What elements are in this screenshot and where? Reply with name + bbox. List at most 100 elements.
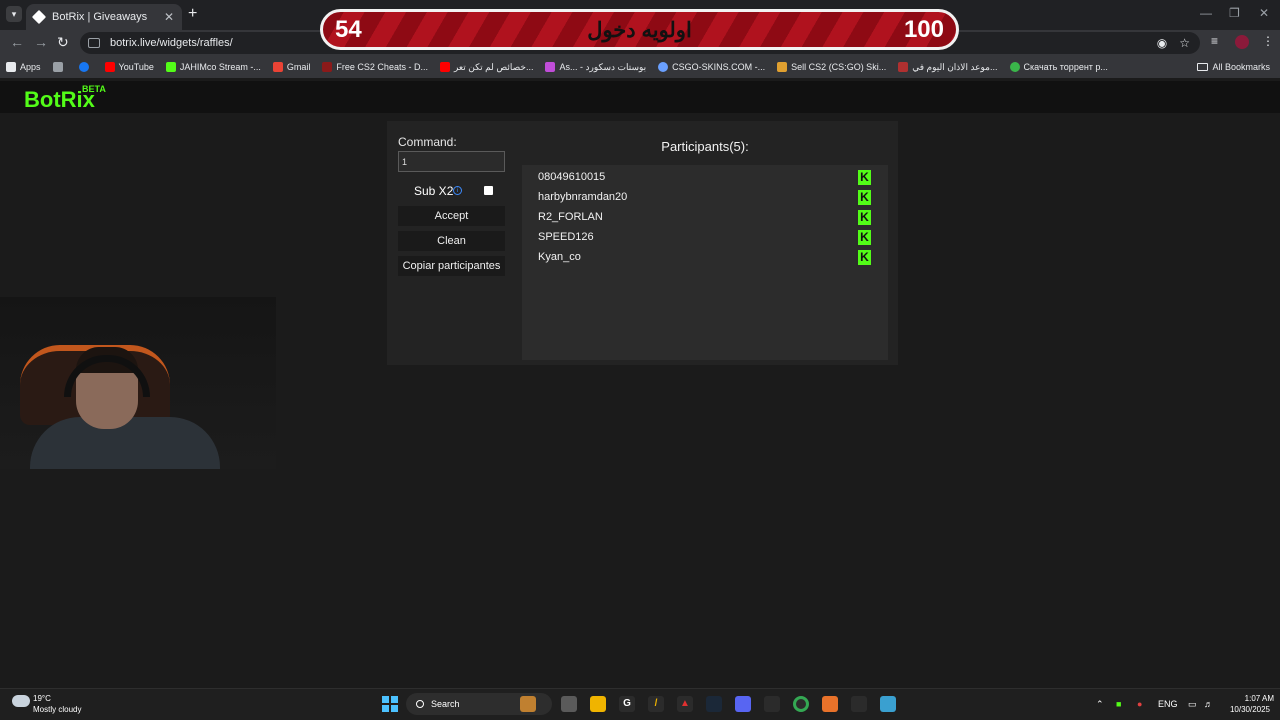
close-tab-icon[interactable]: ✕ bbox=[164, 10, 174, 24]
search-label: Search bbox=[431, 699, 460, 709]
windows-start-icon[interactable] bbox=[382, 696, 398, 712]
profile-avatar[interactable] bbox=[1235, 35, 1249, 49]
bookmark-item[interactable]: Gmail bbox=[272, 62, 310, 72]
volume-icon[interactable]: ♬ bbox=[1204, 699, 1213, 709]
bookmark-item[interactable]: Sell CS2 (CS:GO) Ski... bbox=[777, 62, 886, 72]
torrent-site-icon bbox=[1009, 62, 1020, 72]
notepad-icon[interactable] bbox=[880, 696, 896, 712]
sub-x2-row: Sub X2 i bbox=[398, 183, 505, 199]
chrome-icon[interactable] bbox=[793, 696, 809, 712]
cloud-icon[interactable] bbox=[12, 695, 30, 707]
apps-grid-icon bbox=[6, 62, 16, 72]
priority-entry-banner: 54 اولويه دخول 100 bbox=[320, 9, 959, 50]
globe-icon bbox=[658, 62, 669, 72]
youtube-icon bbox=[104, 62, 115, 72]
participant-name: harbybnramdan20 bbox=[538, 191, 628, 203]
participant-row: R2_FORLAN K bbox=[538, 210, 878, 226]
eye-off-icon[interactable]: ◉ bbox=[1157, 36, 1167, 50]
bookmark-item[interactable]: YouTube bbox=[104, 62, 154, 72]
steam-icon[interactable] bbox=[706, 696, 722, 712]
participant-name: Kyan_co bbox=[538, 251, 581, 263]
close-window-icon[interactable]: ✕ bbox=[1259, 6, 1269, 20]
vlc-style-icon[interactable] bbox=[822, 696, 838, 712]
copy-participants-button[interactable]: Copiar participantes bbox=[398, 256, 505, 276]
language-indicator[interactable]: ENG bbox=[1158, 699, 1178, 709]
tab-search-button[interactable]: ▾ bbox=[6, 6, 22, 22]
folder-icon bbox=[1197, 63, 1209, 71]
participant-row: harbybnramdan20 K bbox=[538, 190, 878, 206]
bookmark-item[interactable]: Apps bbox=[6, 62, 41, 72]
site-header bbox=[0, 81, 1280, 113]
webcam-feed bbox=[0, 297, 276, 469]
bookmark-item[interactable] bbox=[78, 62, 93, 72]
tab-title: BotRix | Giveaways bbox=[52, 11, 148, 23]
participant-name: R2_FORLAN bbox=[538, 211, 603, 223]
file-explorer-icon[interactable] bbox=[590, 696, 606, 712]
bookmarks-bar: Apps YouTube JAHIMco Stream -... Gmail F… bbox=[0, 56, 1280, 78]
menu-kebab-icon[interactable]: ⋮ bbox=[1262, 34, 1274, 48]
accept-button[interactable]: Accept bbox=[398, 206, 505, 226]
diamond-icon bbox=[545, 62, 556, 72]
sub-x2-label: Sub X2 bbox=[414, 184, 454, 198]
kick-icon: K bbox=[858, 230, 871, 245]
kick-icon: K bbox=[858, 250, 871, 265]
kick-icon bbox=[165, 62, 176, 72]
bookmark-item[interactable] bbox=[52, 62, 67, 72]
command-input[interactable] bbox=[398, 151, 505, 172]
bookmark-star-icon[interactable]: ☆ bbox=[1179, 36, 1190, 50]
clean-button[interactable]: Clean bbox=[398, 231, 505, 251]
bookmark-item[interactable]: خصائص لم تكن تعر... bbox=[439, 62, 533, 73]
bookmark-item[interactable]: Free CS2 Cheats - D... bbox=[322, 62, 428, 72]
restore-icon[interactable]: ❐ bbox=[1229, 6, 1240, 20]
obs-icon[interactable] bbox=[851, 696, 867, 712]
network-icon[interactable]: ▭ bbox=[1188, 699, 1197, 710]
discord-icon[interactable] bbox=[735, 696, 751, 712]
site-info-icon[interactable] bbox=[88, 38, 100, 48]
clock-time[interactable]: 1:07 AM bbox=[1230, 694, 1274, 703]
skins-site-icon bbox=[777, 62, 788, 72]
beta-badge: BETA bbox=[82, 84, 106, 94]
microphone-icon[interactable]: ● bbox=[1137, 699, 1142, 709]
kick-icon: K bbox=[858, 190, 871, 205]
back-icon[interactable]: ← bbox=[10, 34, 24, 50]
banner-right-number: 100 bbox=[903, 16, 944, 43]
settings-app-icon[interactable] bbox=[764, 696, 780, 712]
reading-list-icon[interactable]: ≡ bbox=[1211, 34, 1218, 48]
bookmark-item[interactable]: As... - بوستات دسكورد bbox=[545, 62, 646, 73]
app-icon[interactable]: / bbox=[648, 696, 664, 712]
prayer-site-icon bbox=[898, 62, 909, 72]
bookmark-item[interactable]: Скачать торрент р... bbox=[1009, 62, 1108, 72]
facebook-icon bbox=[78, 62, 89, 72]
banner-title: اولويه دخول bbox=[587, 19, 692, 42]
tray-chevron-icon[interactable]: ⌃ bbox=[1096, 699, 1104, 710]
youtube-icon bbox=[439, 62, 450, 72]
widget-app-icon[interactable] bbox=[520, 696, 536, 712]
weather-temperature[interactable]: 19°C bbox=[33, 694, 51, 703]
all-bookmarks[interactable]: All Bookmarks bbox=[1197, 62, 1270, 72]
participant-row: Kyan_co K bbox=[538, 250, 878, 266]
bookmark-item[interactable]: CSGO-SKINS.COM -... bbox=[658, 62, 765, 72]
reload-icon[interactable]: ↻ bbox=[57, 34, 69, 51]
participant-name: SPEED126 bbox=[538, 231, 594, 243]
tab-botrix[interactable]: BotRix | Giveaways ✕ bbox=[26, 4, 182, 30]
sub-x2-checkbox[interactable] bbox=[484, 186, 493, 195]
minimize-icon[interactable]: — bbox=[1200, 6, 1212, 20]
forward-icon[interactable]: → bbox=[34, 34, 48, 50]
cheats-site-icon bbox=[322, 62, 333, 72]
task-view-icon[interactable] bbox=[561, 696, 577, 712]
command-label: Command: bbox=[398, 135, 457, 149]
weather-description[interactable]: Mostly cloudy bbox=[33, 705, 81, 714]
tab-groups-icon bbox=[52, 62, 63, 72]
bookmark-item[interactable]: JAHIMco Stream -... bbox=[165, 62, 261, 72]
clock-date[interactable]: 10/30/2025 bbox=[1220, 705, 1270, 714]
new-tab-button[interactable]: + bbox=[188, 5, 197, 23]
kick-icon: K bbox=[858, 210, 871, 225]
participants-title: Participants(5): bbox=[661, 139, 749, 154]
bookmark-item[interactable]: موعد الاذان اليوم في... bbox=[898, 62, 998, 73]
valorant-style-icon[interactable]: ▲ bbox=[677, 696, 693, 712]
participant-name: 08049610015 bbox=[538, 171, 606, 183]
info-icon[interactable]: i bbox=[453, 186, 462, 195]
tray-kick-icon[interactable]: ■ bbox=[1116, 699, 1121, 709]
streamer-body bbox=[30, 417, 220, 469]
logitech-icon[interactable]: G bbox=[619, 696, 635, 712]
